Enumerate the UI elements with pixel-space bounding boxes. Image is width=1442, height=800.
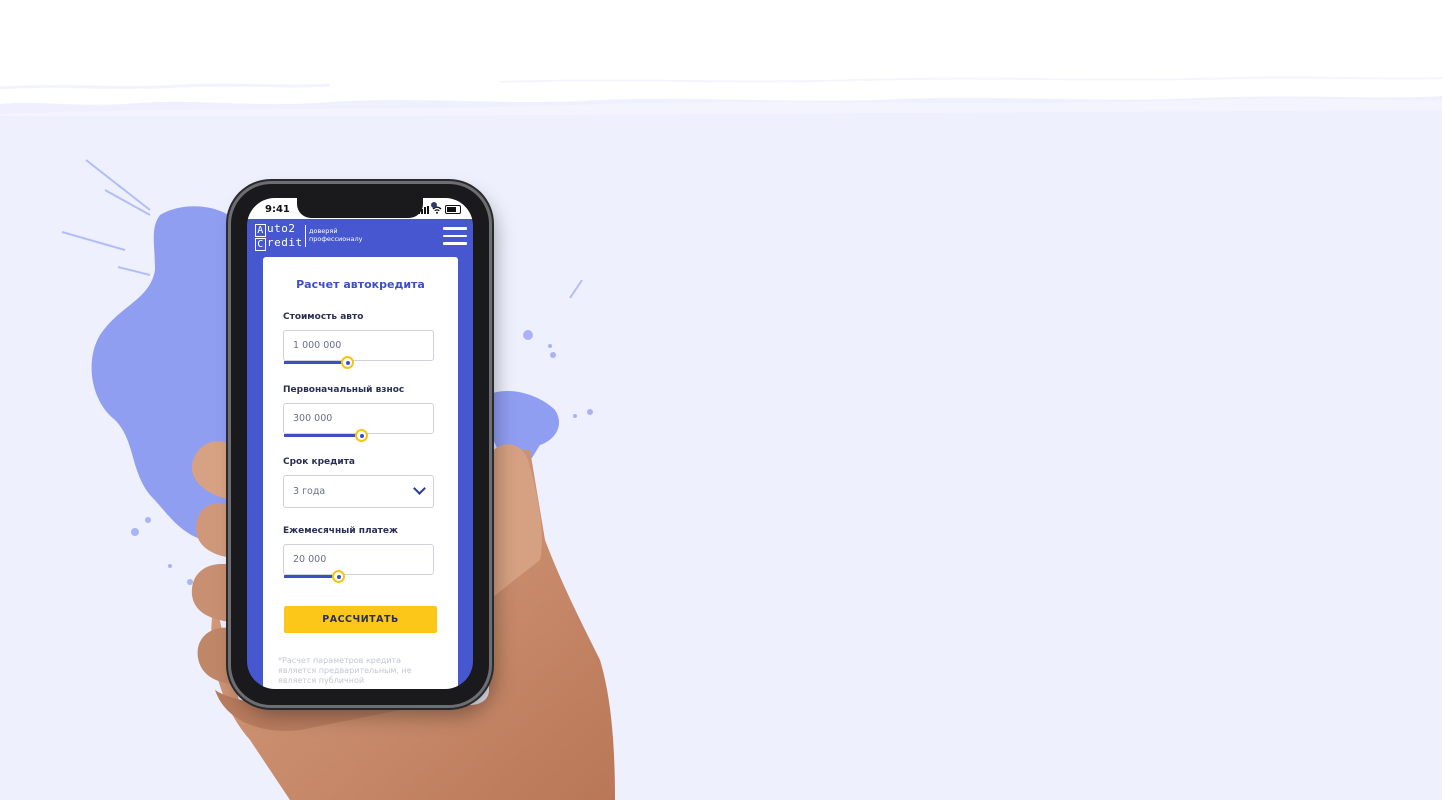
calculate-button[interactable]: РАССЧИТАТЬ [284, 606, 437, 633]
camera-icon [431, 202, 437, 208]
down-payment-slider[interactable] [284, 429, 434, 442]
down-payment-slider-fill [284, 434, 361, 437]
loan-term-select[interactable]: 3 года [283, 475, 434, 508]
tagline-line2: профессионалу [309, 235, 363, 243]
down-payment-slider-handle[interactable] [355, 429, 368, 442]
monthly-payment-input[interactable]: 20 000 [283, 544, 434, 575]
monthly-payment-slider[interactable] [284, 570, 434, 583]
status-time: 9:41 [265, 204, 290, 215]
phone-screen: 9:41 Auto2 Credit доверяй профессионалу [247, 198, 473, 689]
chevron-down-icon [413, 482, 426, 495]
monthly-payment-slider-handle[interactable] [332, 570, 345, 583]
tagline-line1: доверяй [309, 227, 338, 235]
phone-notch [297, 198, 437, 218]
loan-term-value: 3 года [293, 486, 326, 497]
logo-text-line1: uto2 [267, 222, 296, 235]
calculator-title: Расчет автокредита [296, 278, 425, 291]
car-price-slider-handle[interactable] [341, 356, 354, 369]
battery-icon [445, 205, 461, 214]
app-header: Auto2 Credit доверяй профессионалу [247, 219, 473, 255]
down-payment-label: Первоначальный взнос [283, 385, 405, 395]
logo-text-line2: redit [267, 236, 303, 249]
monthly-payment-label: Ежемесячный платеж [283, 526, 398, 536]
loan-term-label: Срок кредита [283, 457, 355, 467]
logo-letter-a: A [255, 224, 266, 237]
status-icons [418, 205, 461, 214]
smartphone: 9:41 Auto2 Credit доверяй профессионалу [231, 184, 489, 705]
logo-letter-c: C [255, 238, 266, 251]
car-price-input[interactable]: 1 000 000 [283, 330, 434, 361]
hand-illustration [191, 441, 615, 800]
car-price-label: Стоимость авто [283, 312, 364, 322]
car-price-slider[interactable] [284, 356, 434, 369]
disclaimer-text: *Расчет параметров кредита является пред… [278, 656, 412, 685]
car-price-slider-fill [284, 361, 347, 364]
brand-tagline: доверяй профессионалу [309, 227, 363, 243]
hamburger-menu-icon[interactable] [443, 227, 467, 245]
monthly-payment-slider-fill [284, 575, 338, 578]
loan-calculator-card: Расчет автокредита Стоимость авто 1 000 … [263, 257, 458, 689]
logo-divider [305, 225, 306, 247]
brand-logo[interactable]: Auto2 Credit [255, 223, 303, 251]
